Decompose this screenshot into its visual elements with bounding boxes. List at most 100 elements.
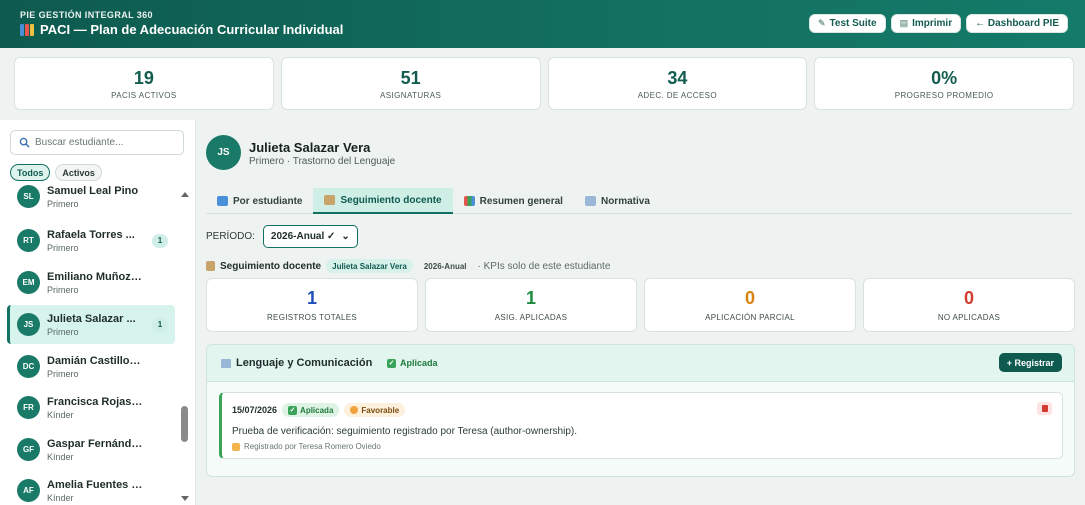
subject-card: Lenguaje y Comunicación ✓ Aplicada + Reg… xyxy=(206,344,1075,477)
entry-rating-badge: Favorable xyxy=(344,403,406,417)
entry-rating-text: Favorable xyxy=(361,405,400,415)
list-scrollbar[interactable] xyxy=(180,191,189,505)
student-name: Francisca Rojas Díaz xyxy=(47,395,143,408)
search-placeholder: Buscar estudiante... xyxy=(35,137,124,148)
tab-seguimiento-docente[interactable]: Seguimiento docente xyxy=(313,188,453,214)
search-icon xyxy=(19,137,30,148)
context-line: Seguimiento docente Julieta Salazar Vera… xyxy=(206,259,610,273)
student-avatar: JS xyxy=(206,135,241,170)
student-search-input[interactable]: Buscar estudiante... xyxy=(10,130,184,155)
subject-status-text: Aplicada xyxy=(400,358,438,368)
tab-label: Resumen general xyxy=(479,195,563,207)
bar-chart-icon xyxy=(463,196,475,206)
subject-status: ✓ Aplicada xyxy=(387,358,438,368)
avatar: EM xyxy=(17,271,40,294)
tab-label: Seguimiento docente xyxy=(340,194,442,206)
entry-status-text: Aplicada xyxy=(300,405,334,415)
student-level: Kínder xyxy=(47,409,74,420)
clipboard-icon xyxy=(324,195,336,205)
tab-label: Normativa xyxy=(600,195,650,207)
scroll-thumb[interactable] xyxy=(181,406,188,442)
kpi-label: REGISTROS TOTALES xyxy=(266,313,357,322)
kpi-card: 51 ASIGNATURAS xyxy=(280,57,541,110)
kpi-card: 0% PROGRESO PROMEDIO xyxy=(814,57,1074,110)
entry-author: Registrado por Teresa Romero Oviedo xyxy=(232,442,381,451)
student-name: Julieta Salazar ... xyxy=(47,312,136,325)
printer-icon: ▤ xyxy=(899,18,909,28)
print-button[interactable]: ▤ Imprimir xyxy=(890,14,962,33)
kpi-label: PROGRESO PROMEDIO xyxy=(894,90,994,100)
follow-up-entry: 15/07/2026 ✓ Aplicada Favorable Prueba d… xyxy=(219,392,1063,459)
tab-por-estudiante[interactable]: Por estudiante xyxy=(206,188,313,214)
student-name: Samuel Leal Pino xyxy=(47,184,139,197)
register-button[interactable]: + Registrar xyxy=(998,353,1062,372)
books-icon xyxy=(20,23,34,36)
page-title-text: PACI — Plan de Adecuación Curricular Ind… xyxy=(40,22,344,37)
count-badge: 1 xyxy=(152,317,168,332)
subject-title-text: Lenguaje y Comunicación xyxy=(236,357,373,369)
tab-bar: Por estudiante Seguimiento docente Resum… xyxy=(206,188,1072,214)
check-icon: ✓ xyxy=(288,405,298,415)
student-level: Primero xyxy=(47,368,79,379)
period-value: 2026-Anual ✓ xyxy=(270,231,336,242)
kpi-value: 0 xyxy=(963,288,974,308)
kpi-label: APLICACIÓN PARCIAL xyxy=(705,313,795,322)
book-icon xyxy=(584,196,596,206)
kpi-card: 34 ADEC. DE ACCESO xyxy=(547,57,808,110)
avatar: GF xyxy=(17,438,40,461)
tab-resumen-general[interactable]: Resumen general xyxy=(453,188,574,214)
filter-todos[interactable]: Todos xyxy=(10,164,51,181)
chevron-down-icon: ⌄ xyxy=(341,231,350,242)
period-filter: PERÍODO: 2026-Anual ✓ ⌄ xyxy=(206,225,358,248)
main-panel: JS Julieta Salazar Vera Primero · Trasto… xyxy=(196,120,1085,505)
student-item[interactable]: RT Rafaela Torres ... Primero 1 xyxy=(7,221,175,260)
student-item[interactable]: GF Gaspar Fernández La...Kínder xyxy=(7,430,175,469)
student-name: Amelia Fuentes Cont... xyxy=(47,478,143,491)
entry-status-badge: ✓ Aplicada xyxy=(282,403,340,417)
student-item[interactable]: SL Samuel Leal Pino Primero xyxy=(7,184,175,216)
book-icon xyxy=(221,358,231,368)
kpi-value: 19 xyxy=(133,67,154,88)
student-item[interactable]: DC Damián Castillo ArayaPrimero xyxy=(7,347,175,386)
kpi-card: 1 ASIG. APLICADAS xyxy=(425,278,637,332)
avatar: AF xyxy=(17,479,40,502)
student-level: Primero xyxy=(47,198,79,209)
subject-card-header: Lenguaje y Comunicación ✓ Aplicada + Reg… xyxy=(207,345,1074,382)
kpi-card: 0 APLICACIÓN PARCIAL xyxy=(644,278,856,332)
period-pill: 2026-Anual xyxy=(417,259,473,273)
student-name: Emiliano Muñoz Guti... xyxy=(47,270,143,283)
dashboard-label: ← Dashboard PIE xyxy=(975,18,1059,29)
student-item[interactable]: FR Francisca Rojas DíazKínder xyxy=(7,388,175,427)
student-name-heading: Julieta Salazar Vera xyxy=(249,140,371,155)
scroll-down-arrow-icon[interactable] xyxy=(181,496,189,501)
avatar: DC xyxy=(17,355,40,378)
period-select[interactable]: 2026-Anual ✓ ⌄ xyxy=(262,225,358,248)
student-sidebar: Buscar estudiante... Todos Activos SL Sa… xyxy=(0,120,196,505)
kpi-value: 1 xyxy=(306,288,317,308)
student-item[interactable]: AF Amelia Fuentes Cont...Kínder xyxy=(7,471,175,505)
student-item-selected[interactable]: JS Julieta Salazar ... Primero 1 xyxy=(7,305,175,344)
app-header: PIE GESTIÓN INTEGRAL 360 PACI — Plan de … xyxy=(0,0,1085,48)
summary-kpis: 19 PACIS ACTIVOS 51 ASIGNATURAS 34 ADEC.… xyxy=(14,57,1074,110)
context-title: Seguimiento docente xyxy=(220,260,322,272)
student-name: Damián Castillo Araya xyxy=(47,354,143,367)
entry-author-text: Registrado por Teresa Romero Oviedo xyxy=(244,442,381,451)
student-name: Rafaela Torres ... xyxy=(47,228,135,241)
period-label: PERÍODO: xyxy=(206,231,255,242)
kpi-card: 1 REGISTROS TOTALES xyxy=(206,278,418,332)
filter-activos[interactable]: Activos xyxy=(55,164,102,181)
kpi-label: ASIG. APLICADAS xyxy=(494,313,568,322)
student-level: Primero xyxy=(47,242,79,253)
dashboard-button[interactable]: ← Dashboard PIE xyxy=(966,14,1068,33)
scroll-up-arrow-icon[interactable] xyxy=(181,192,189,197)
count-badge: 1 xyxy=(152,233,168,248)
avatar: FR xyxy=(17,396,40,419)
print-label: Imprimir xyxy=(912,18,953,29)
kpi-value: 0 xyxy=(744,288,755,308)
tab-label: Por estudiante xyxy=(233,195,303,207)
test-suite-button[interactable]: ✎ Test Suite xyxy=(808,14,886,33)
tab-normativa[interactable]: Normativa xyxy=(574,188,661,214)
kpi-card: 19 PACIS ACTIVOS xyxy=(14,57,274,110)
delete-button[interactable] xyxy=(1037,402,1052,415)
student-item[interactable]: EM Emiliano Muñoz Guti...Primero xyxy=(7,263,175,302)
